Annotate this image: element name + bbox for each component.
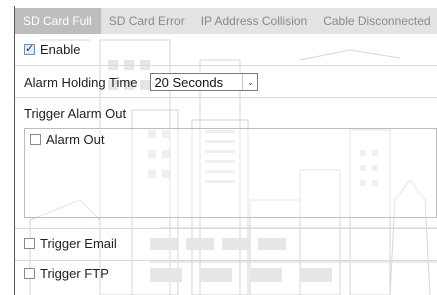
enable-checkbox[interactable] xyxy=(24,42,35,55)
tab-ip-address-collision[interactable]: IP Address Collision xyxy=(193,8,316,34)
trigger-email-checkbox[interactable] xyxy=(24,238,35,249)
trigger-email-label: Trigger Email xyxy=(40,236,117,251)
tab-sd-card-full[interactable]: SD Card Full xyxy=(14,8,101,34)
chevron-down-icon[interactable]: ⌄ xyxy=(242,74,257,90)
divider xyxy=(14,65,437,66)
divider xyxy=(14,97,437,98)
enable-label: Enable xyxy=(40,42,81,57)
alarm-holding-time-label: Alarm Holding Time xyxy=(24,74,138,90)
divider xyxy=(14,260,437,261)
trigger-alarm-out-heading: Trigger Alarm Out xyxy=(24,106,127,121)
alarm-holding-time-value: 20 Seconds xyxy=(154,74,224,90)
alarm-out-row: Alarm Out xyxy=(30,132,105,147)
alarm-out-group: Alarm Out xyxy=(24,128,437,218)
tab-cable-disconnected[interactable]: Cable Disconnected xyxy=(315,8,437,34)
trigger-alarm-out-heading-row: Trigger Alarm Out xyxy=(24,106,126,121)
panel-left-border xyxy=(14,6,15,295)
trigger-ftp-checkbox[interactable] xyxy=(24,268,35,279)
divider xyxy=(14,228,437,229)
enable-row: Enable xyxy=(24,42,80,57)
tab-sd-card-error[interactable]: SD Card Error xyxy=(101,8,193,34)
alarm-out-checkbox[interactable] xyxy=(30,134,41,145)
event-tab-bar: SD Card Full SD Card Error IP Address Co… xyxy=(14,8,437,34)
trigger-ftp-label: Trigger FTP xyxy=(40,266,109,281)
alarm-holding-time-select[interactable]: 20 Seconds ⌄ xyxy=(150,73,259,91)
event-settings-panel: SD Card Full SD Card Error IP Address Co… xyxy=(14,0,437,295)
trigger-email-row: Trigger Email xyxy=(24,236,117,251)
alarm-holding-time-row: Alarm Holding Time 20 Seconds ⌄ xyxy=(24,73,259,91)
trigger-ftp-row: Trigger FTP xyxy=(24,266,109,281)
alarm-out-label: Alarm Out xyxy=(46,132,105,147)
